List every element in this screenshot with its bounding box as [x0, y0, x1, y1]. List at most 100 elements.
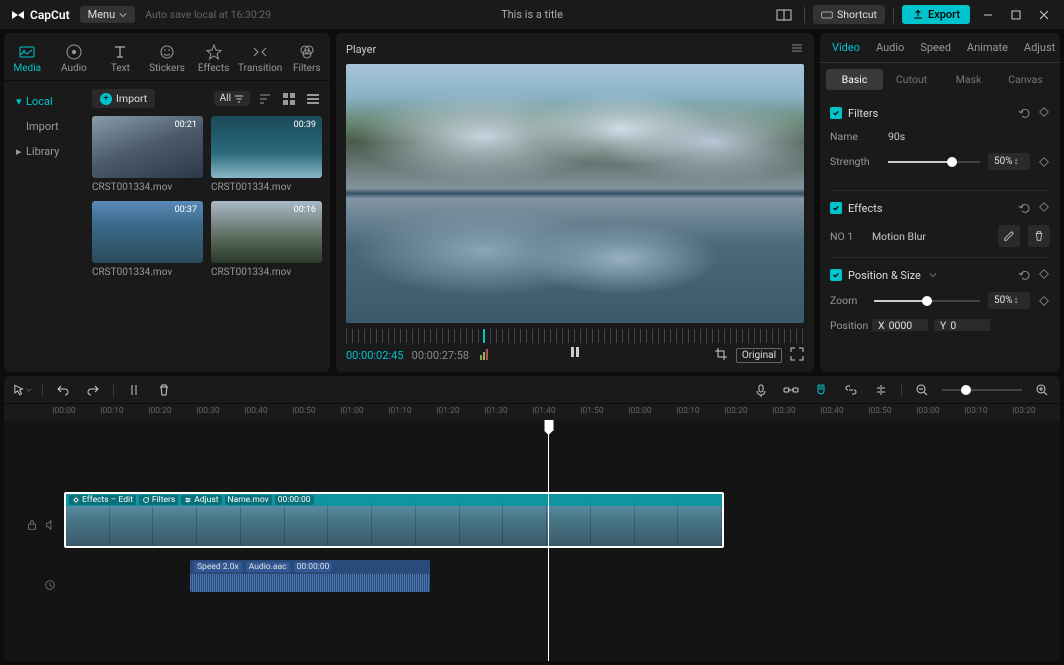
- lock-icon[interactable]: [26, 519, 38, 531]
- playhead[interactable]: [548, 420, 549, 661]
- keyframe-icon[interactable]: [1038, 268, 1050, 280]
- stickers-icon: [158, 43, 176, 61]
- minimize-button[interactable]: [978, 5, 998, 25]
- close-button[interactable]: [1034, 5, 1054, 25]
- project-title[interactable]: This is a title: [501, 8, 563, 21]
- maximize-button[interactable]: [1006, 5, 1026, 25]
- edit-effect-button[interactable]: [998, 225, 1020, 247]
- text-icon: [111, 43, 129, 61]
- list-view-button[interactable]: [304, 90, 322, 108]
- audio-levels-button[interactable]: [479, 347, 493, 364]
- timeline-tracks[interactable]: Effects – EditFiltersAdjustName.mov00:00…: [4, 420, 1060, 661]
- inspector-subtab-cutout[interactable]: Cutout: [883, 69, 940, 90]
- video-clip[interactable]: Effects – EditFiltersAdjustName.mov00:00…: [64, 492, 724, 548]
- split-button[interactable]: [124, 380, 144, 400]
- media-tab-audio[interactable]: Audio: [51, 39, 98, 80]
- inspector-tab-video[interactable]: Video: [824, 33, 868, 62]
- inspector-tab-animate[interactable]: Animate: [959, 33, 1016, 62]
- media-clip[interactable]: 00:21CRST001334.mov: [92, 116, 203, 193]
- record-button[interactable]: [751, 380, 771, 400]
- chain-icon: [843, 383, 859, 397]
- effects-checkbox[interactable]: [830, 202, 842, 214]
- inspector-tab-audio[interactable]: Audio: [868, 33, 912, 62]
- inspector-tab-adjust[interactable]: Adjust: [1016, 33, 1060, 62]
- effects-section: Effects NO 1 Motion Blur: [830, 190, 1050, 257]
- sidebar-item-local[interactable]: ▾Local: [4, 89, 84, 114]
- inspector-subtab-basic[interactable]: Basic: [826, 69, 883, 90]
- zoom-out-button[interactable]: [912, 380, 932, 400]
- layout-button[interactable]: [772, 3, 796, 27]
- keyframe-icon[interactable]: [1038, 295, 1050, 307]
- crop-button[interactable]: [714, 347, 728, 364]
- sidebar-item-import[interactable]: Import: [4, 114, 84, 139]
- timeline-ruler[interactable]: |00:00|00:10|00:20|00:30|00:40|00:50|01:…: [4, 404, 1060, 420]
- strength-value-input[interactable]: 50%▴▾: [988, 153, 1030, 170]
- linked-selection-button[interactable]: [841, 380, 861, 400]
- media-clip[interactable]: 00:37CRST001334.mov: [92, 201, 203, 278]
- inspector-subtab-canvas[interactable]: Canvas: [997, 69, 1054, 90]
- export-icon: [912, 9, 924, 21]
- selection-tool[interactable]: [12, 380, 32, 400]
- inspector-tab-speed[interactable]: Speed: [912, 33, 959, 62]
- keyframe-icon[interactable]: [1038, 156, 1050, 168]
- zoom-in-button[interactable]: [1032, 380, 1052, 400]
- audio-clip[interactable]: Speed 2.0x Audio.aac 00:00:00: [190, 560, 430, 592]
- aspect-ratio-button[interactable]: Original: [736, 348, 782, 363]
- grid-view-button[interactable]: [280, 90, 298, 108]
- player-menu-button[interactable]: [790, 41, 804, 58]
- timeline-zoom-slider[interactable]: [942, 389, 1022, 391]
- audio-name-tag: Audio.aac: [246, 562, 290, 572]
- media-tab-filters[interactable]: Filters: [283, 39, 330, 80]
- chevron-down-icon[interactable]: [929, 271, 937, 279]
- filters-checkbox[interactable]: [830, 107, 842, 119]
- sidebar-item-library[interactable]: ▸Library: [4, 139, 84, 164]
- app-logo: CapCut: [10, 7, 70, 23]
- media-tab-media[interactable]: Media: [4, 39, 51, 80]
- position-y-input[interactable]: Y 0: [934, 319, 990, 331]
- export-button[interactable]: Export: [902, 5, 970, 24]
- inspector-subtab-mask[interactable]: Mask: [940, 69, 997, 90]
- redo-button[interactable]: [83, 380, 103, 400]
- delete-button[interactable]: [154, 380, 174, 400]
- position-x-input[interactable]: X 0000: [872, 319, 928, 331]
- delete-effect-button[interactable]: [1028, 225, 1050, 247]
- keyframe-icon[interactable]: [1038, 201, 1050, 213]
- media-tab-transition[interactable]: Transition: [237, 39, 284, 80]
- media-clip[interactable]: 00:16CRST001334.mov: [211, 201, 322, 278]
- hamburger-icon: [790, 41, 804, 55]
- reset-icon[interactable]: [1018, 268, 1032, 282]
- effect-name: Motion Blur: [872, 230, 990, 243]
- player-viewport[interactable]: [346, 64, 804, 323]
- media-tab-effects[interactable]: Effects: [190, 39, 237, 80]
- grid-icon: [282, 92, 296, 106]
- undo-button[interactable]: [53, 380, 73, 400]
- fullscreen-button[interactable]: [790, 347, 804, 364]
- keyframe-icon[interactable]: [1038, 106, 1050, 118]
- media-clip[interactable]: 00:39CRST001334.mov: [211, 116, 322, 193]
- link-button[interactable]: [781, 380, 801, 400]
- media-tab-stickers[interactable]: Stickers: [144, 39, 191, 80]
- player-ruler[interactable]: [346, 329, 804, 343]
- crop-icon: [714, 347, 728, 361]
- reset-icon[interactable]: [1018, 106, 1032, 120]
- clock-icon[interactable]: [44, 579, 56, 591]
- strength-slider[interactable]: [888, 161, 980, 163]
- filter-all-dropdown[interactable]: All: [214, 91, 250, 106]
- import-button[interactable]: + Import: [92, 89, 155, 108]
- position-checkbox[interactable]: [830, 269, 842, 281]
- media-tab-text[interactable]: Text: [97, 39, 144, 80]
- play-pause-button[interactable]: [568, 345, 582, 362]
- preview-render-button[interactable]: [871, 380, 891, 400]
- zoom-value-input[interactable]: 50%▴▾: [988, 292, 1030, 309]
- list-icon: [306, 92, 320, 106]
- mute-icon[interactable]: [44, 519, 56, 531]
- trash-icon: [157, 383, 171, 397]
- menu-button[interactable]: Menu: [80, 6, 136, 23]
- filter-icon: [234, 94, 244, 104]
- levels-icon: [479, 347, 493, 361]
- zoom-slider[interactable]: [874, 300, 980, 302]
- sort-button[interactable]: [256, 90, 274, 108]
- reset-icon[interactable]: [1018, 201, 1032, 215]
- snap-button[interactable]: [811, 380, 831, 400]
- shortcut-button[interactable]: Shortcut: [813, 5, 885, 24]
